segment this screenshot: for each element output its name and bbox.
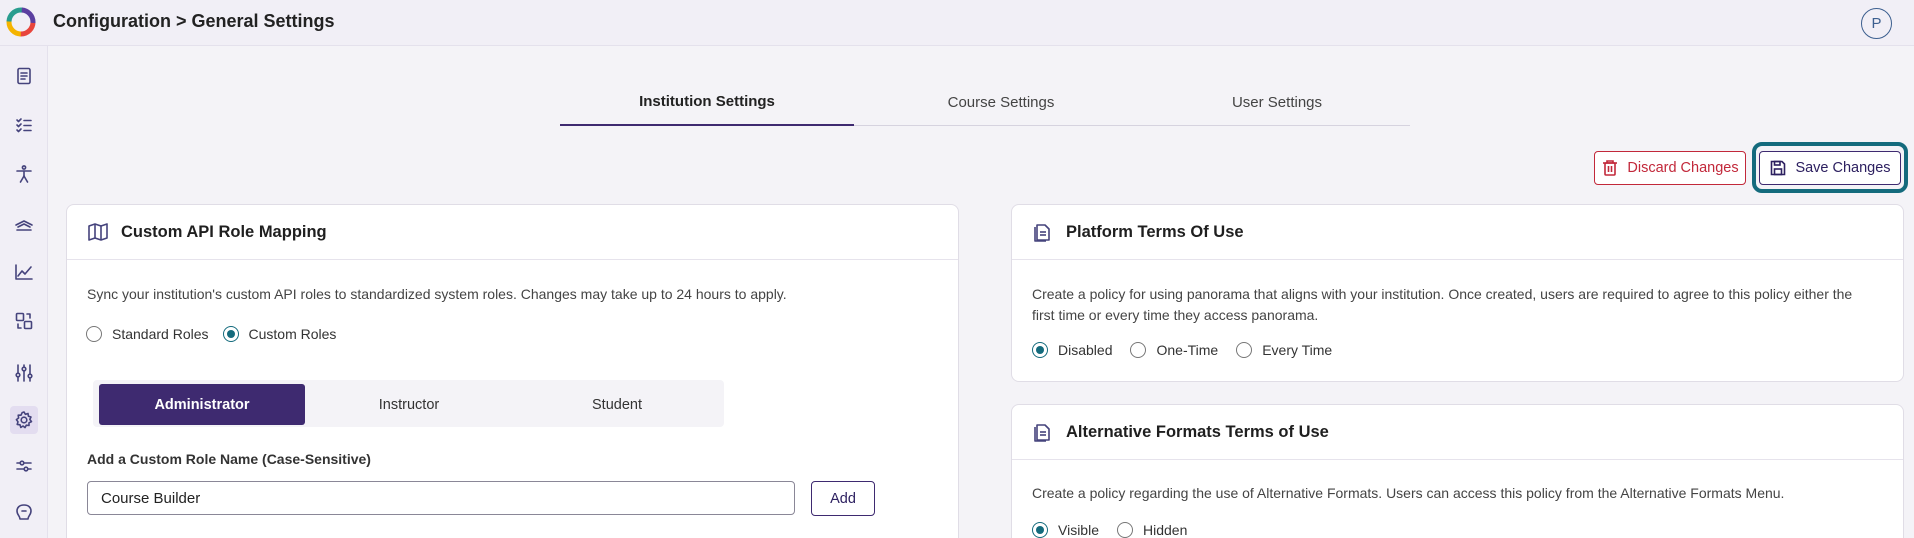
- tab-user-settings[interactable]: User Settings: [1130, 78, 1424, 126]
- one-time-option[interactable]: One-Time: [1130, 342, 1218, 358]
- hidden-label: Hidden: [1143, 522, 1188, 538]
- alt-formats-radio-group: Visible Hidden: [1032, 522, 1201, 538]
- role-selector: Administrator Instructor Student: [93, 380, 724, 427]
- user-avatar[interactable]: P: [1861, 8, 1892, 39]
- tab-institution-settings[interactable]: Institution Settings: [560, 78, 854, 126]
- platform-terms-header: Platform Terms Of Use: [1012, 205, 1903, 260]
- role-student[interactable]: Student: [513, 384, 721, 425]
- role-type-radio-group: Standard Roles Custom Roles: [86, 326, 350, 342]
- disabled-option[interactable]: Disabled: [1032, 342, 1112, 358]
- alt-formats-terms-description: Create a policy regarding the use of Alt…: [1032, 485, 1785, 501]
- save-changes-button[interactable]: Save Changes: [1759, 151, 1901, 185]
- every-time-radio[interactable]: [1236, 342, 1253, 358]
- one-time-radio[interactable]: [1130, 342, 1147, 358]
- role-instructor[interactable]: Instructor: [305, 384, 513, 425]
- discard-changes-button[interactable]: Discard Changes: [1594, 151, 1746, 185]
- one-time-label: One-Time: [1156, 342, 1219, 358]
- role-mapping-description: Sync your institution's custom API roles…: [87, 286, 787, 302]
- save-icon: [1771, 160, 1786, 176]
- visible-option[interactable]: Visible: [1032, 522, 1099, 538]
- analytics-icon[interactable]: [10, 258, 38, 286]
- add-role-button[interactable]: Add: [811, 481, 875, 516]
- ai-icon[interactable]: [10, 498, 38, 526]
- alt-formats-terms-title: Alternative Formats Terms of Use: [1066, 422, 1329, 441]
- custom-role-name-input[interactable]: [87, 481, 795, 515]
- accessibility-icon[interactable]: [10, 160, 38, 188]
- platform-terms-description-line1: Create a policy for using panorama that …: [1032, 286, 1853, 302]
- disabled-label: Disabled: [1058, 342, 1113, 358]
- tab-course-settings[interactable]: Course Settings: [854, 78, 1148, 126]
- alt-formats-terms-header: Alternative Formats Terms of Use: [1012, 405, 1903, 460]
- alt-formats-terms-card: Alternative Formats Terms of Use Create …: [1011, 404, 1904, 538]
- every-time-label: Every Time: [1262, 342, 1333, 358]
- role-mapping-card: Custom API Role Mapping Sync your instit…: [66, 204, 959, 538]
- document-icon[interactable]: [10, 62, 38, 90]
- standard-roles-option[interactable]: Standard Roles: [86, 326, 209, 342]
- custom-role-name-label: Add a Custom Role Name (Case-Sensitive): [87, 451, 371, 467]
- hidden-option[interactable]: Hidden: [1117, 522, 1187, 538]
- custom-roles-radio[interactable]: [222, 326, 239, 342]
- adjustments-icon[interactable]: [10, 452, 38, 480]
- graduation-icon[interactable]: [10, 209, 38, 237]
- visible-radio[interactable]: [1032, 522, 1048, 538]
- disabled-radio[interactable]: [1032, 342, 1048, 358]
- role-mapping-title: Custom API Role Mapping: [121, 222, 327, 241]
- platform-terms-description: Create a policy for using panorama that …: [1032, 284, 1852, 326]
- save-changes-label: Save Changes: [1795, 160, 1891, 176]
- platform-terms-title: Platform Terms Of Use: [1066, 222, 1244, 241]
- gear-icon[interactable]: [10, 406, 38, 434]
- platform-terms-card: Platform Terms Of Use Create a policy fo…: [1011, 204, 1904, 382]
- standard-roles-label: Standard Roles: [112, 326, 209, 342]
- hidden-radio[interactable]: [1117, 522, 1133, 538]
- app-logo[interactable]: [5, 6, 37, 38]
- role-administrator[interactable]: Administrator: [99, 384, 305, 425]
- documents-icon: [1034, 424, 1050, 442]
- sliders-icon[interactable]: [10, 359, 38, 387]
- top-bar: Configuration > General Settings P: [0, 0, 1914, 46]
- visible-label: Visible: [1058, 522, 1099, 538]
- trash-icon: [1603, 160, 1618, 176]
- settings-tabs: Institution Settings Course Settings Use…: [560, 78, 1410, 126]
- map-icon: [88, 223, 108, 241]
- page-title: Configuration > General Settings: [53, 11, 335, 31]
- standard-roles-radio[interactable]: [86, 326, 102, 342]
- documents-icon: [1034, 224, 1050, 242]
- platform-terms-description-line2: first time or every time they access pan…: [1032, 307, 1319, 323]
- discard-changes-label: Discard Changes: [1627, 160, 1739, 176]
- custom-roles-option[interactable]: Custom Roles: [222, 326, 337, 342]
- role-mapping-header: Custom API Role Mapping: [67, 205, 958, 260]
- checklist-icon[interactable]: [10, 111, 38, 139]
- platform-terms-radio-group: Disabled One-Time Every Time: [1032, 342, 1346, 358]
- sidebar: [0, 46, 48, 538]
- conversion-icon[interactable]: [10, 307, 38, 335]
- every-time-option[interactable]: Every Time: [1236, 342, 1332, 358]
- custom-roles-label: Custom Roles: [248, 326, 337, 342]
